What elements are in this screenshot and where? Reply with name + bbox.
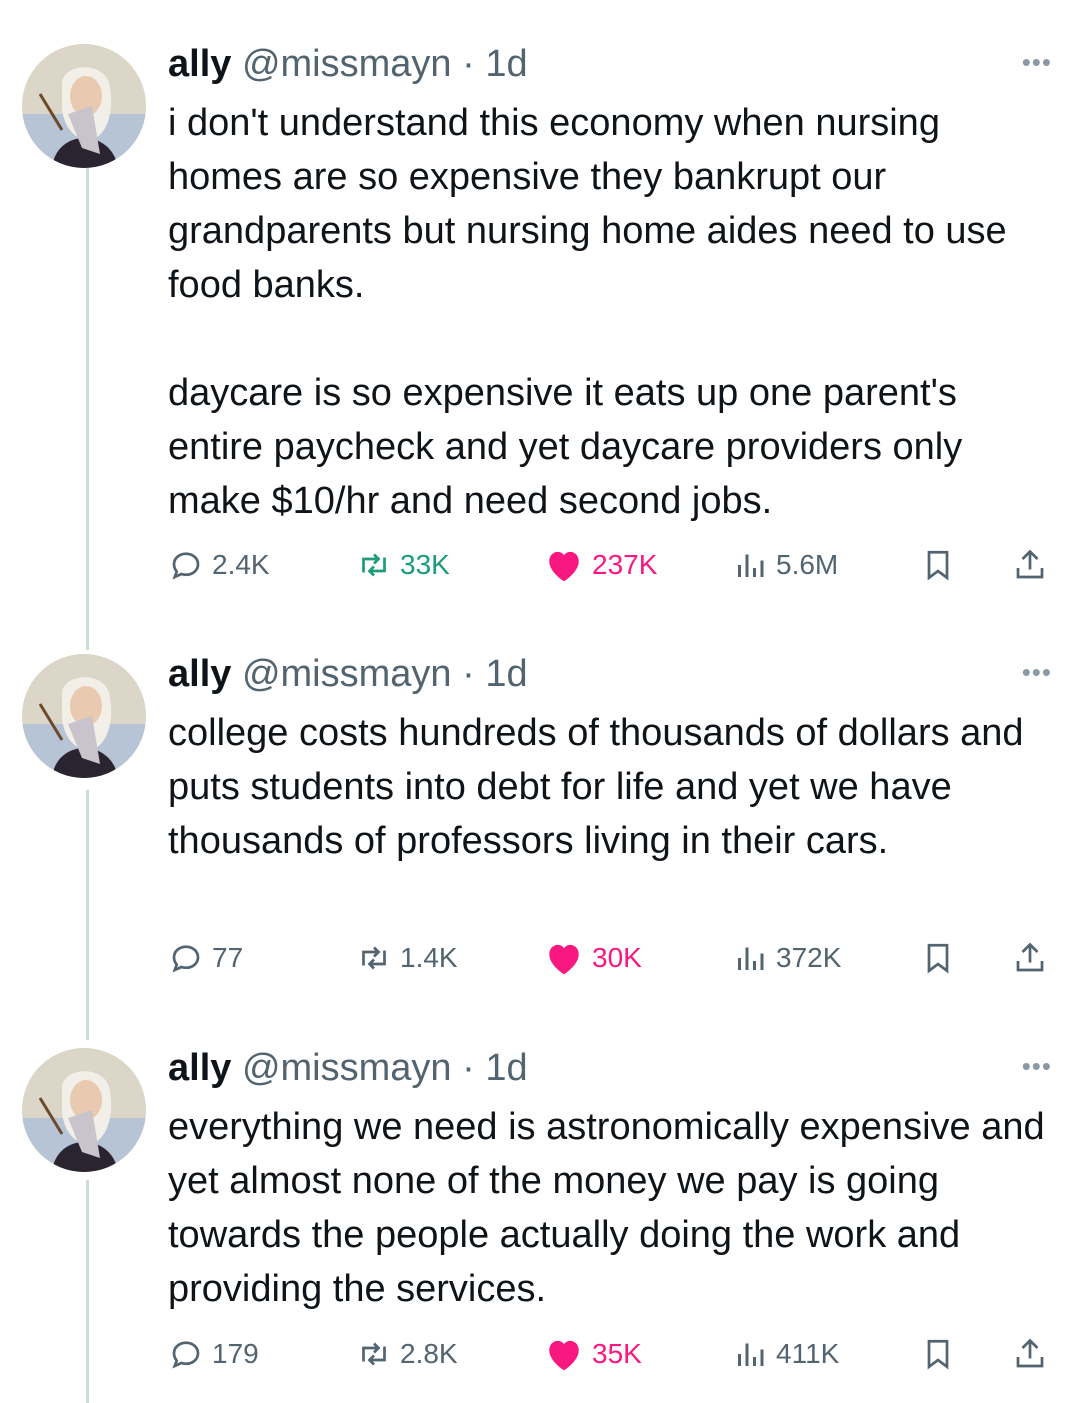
tweet-text: i don't understand this economy when nur… — [168, 96, 1058, 528]
bar-chart-icon — [738, 554, 764, 577]
retweet-button[interactable]: 1.4K — [356, 936, 458, 980]
user-handle[interactable]: @missmayn — [242, 653, 452, 695]
heart-filled-icon — [549, 551, 579, 582]
action-bar: 2.4K 33K 237K 5.6M — [168, 543, 1058, 587]
more-dots-icon[interactable]: ••• — [1022, 49, 1052, 75]
bookmark-icon — [927, 1339, 949, 1370]
user-handle[interactable]: @missmayn — [242, 1047, 452, 1089]
like-count: 237K — [592, 549, 658, 580]
user-handle[interactable]: @missmayn — [242, 43, 452, 85]
like-button[interactable]: 30K — [544, 936, 642, 980]
views-button[interactable]: 411K — [732, 1332, 839, 1376]
retweet-button[interactable]: 33K — [356, 543, 450, 587]
bar-chart-icon — [738, 1343, 764, 1366]
retweet-count: 33K — [400, 549, 450, 580]
tweet-header: ally @missmayn · 1d — [168, 42, 528, 86]
reply-count: 77 — [212, 942, 244, 973]
thread-line — [86, 1180, 89, 1403]
bookmark-icon — [927, 943, 949, 974]
views-button[interactable]: 5.6M — [732, 543, 838, 587]
more-dots-icon[interactable]: ••• — [1022, 659, 1052, 685]
tweet-paragraph: everything we need is astronomically exp… — [168, 1106, 1045, 1310]
retweet-arrows-icon — [362, 946, 386, 970]
views-button[interactable]: 372K — [732, 936, 841, 980]
view-count: 411K — [776, 1338, 840, 1369]
retweet-arrows-icon — [362, 1342, 386, 1366]
tweet-text: everything we need is astronomically exp… — [168, 1100, 1058, 1316]
tweet-paragraph: i don't understand this economy when nur… — [168, 102, 1007, 306]
speech-bubble-icon — [172, 945, 200, 973]
heart-filled-icon — [549, 1340, 579, 1371]
reply-button[interactable]: 2.4K — [168, 543, 270, 587]
timestamp[interactable]: · 1d — [462, 653, 527, 695]
heart-filled-icon — [549, 944, 579, 975]
action-bar: 179 2.8K 35K 411K — [168, 1332, 1058, 1376]
thread-line — [86, 790, 89, 1040]
share-upload-icon — [1016, 549, 1044, 579]
share-button[interactable] — [1012, 543, 1056, 587]
speech-bubble-icon — [172, 1341, 200, 1369]
tweet-header: ally @missmayn · 1d — [168, 652, 528, 696]
tweet-text: college costs hundreds of thousands of d… — [168, 706, 1058, 868]
like-count: 35K — [592, 1338, 642, 1369]
reply-button[interactable]: 179 — [168, 1332, 259, 1376]
tweet-header: ally @missmayn · 1d — [168, 1046, 528, 1090]
bookmark-button[interactable] — [920, 543, 964, 587]
avatar[interactable] — [22, 1048, 146, 1172]
retweet-button[interactable]: 2.8K — [356, 1332, 458, 1376]
display-name[interactable]: ally — [168, 653, 231, 695]
more-dots-icon[interactable]: ••• — [1022, 1053, 1052, 1079]
view-count: 372K — [776, 942, 842, 973]
reply-count: 179 — [212, 1338, 259, 1369]
reply-button[interactable]: 77 — [168, 936, 243, 980]
speech-bubble-icon — [172, 552, 200, 580]
timestamp[interactable]: · 1d — [462, 43, 527, 85]
like-button[interactable]: 237K — [544, 543, 657, 587]
display-name[interactable]: ally — [168, 1047, 231, 1089]
retweet-count: 1.4K — [400, 942, 458, 973]
tweet-paragraph: daycare is so expensive it eats up one p… — [168, 372, 963, 522]
retweet-count: 2.8K — [400, 1338, 458, 1369]
share-upload-icon — [1016, 942, 1044, 972]
display-name[interactable]: ally — [168, 43, 231, 85]
like-button[interactable]: 35K — [544, 1332, 642, 1376]
retweet-arrows-icon — [362, 553, 386, 577]
action-bar: 77 1.4K 30K 372K — [168, 936, 1058, 980]
timestamp[interactable]: · 1d — [462, 1047, 527, 1089]
bookmark-button[interactable] — [920, 936, 964, 980]
avatar[interactable] — [22, 44, 146, 168]
share-button[interactable] — [1012, 1332, 1056, 1376]
view-count: 5.6M — [776, 549, 839, 580]
thread-line — [86, 150, 89, 650]
bookmark-button[interactable] — [920, 1332, 964, 1376]
share-upload-icon — [1016, 1338, 1044, 1368]
reply-count: 2.4K — [212, 549, 270, 580]
share-button[interactable] — [1012, 936, 1056, 980]
bar-chart-icon — [738, 947, 764, 970]
tweet-paragraph: college costs hundreds of thousands of d… — [168, 712, 1024, 862]
bookmark-icon — [927, 550, 949, 581]
avatar[interactable] — [22, 654, 146, 778]
like-count: 30K — [592, 942, 642, 973]
